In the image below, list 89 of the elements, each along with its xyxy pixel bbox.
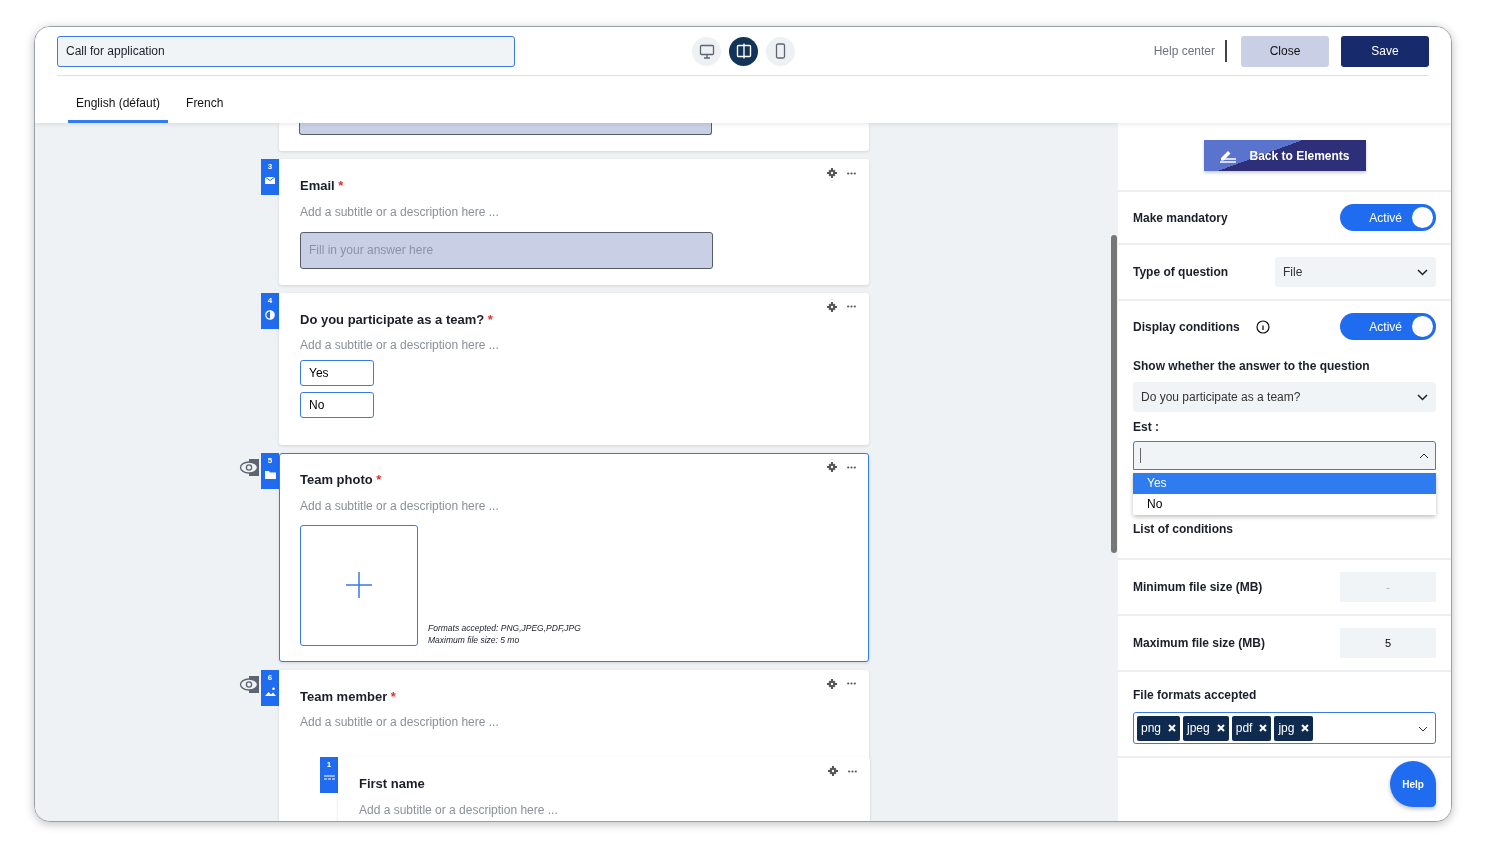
scrollbar[interactable] [1111, 235, 1117, 553]
back-to-elements-button[interactable]: Back to Elements [1203, 140, 1366, 171]
question-number: 1 [326, 759, 332, 771]
chevron-down-icon [1418, 725, 1428, 732]
remove-tag-button[interactable] [1259, 724, 1268, 732]
field-label: Show whether the answer to the question [1133, 358, 1371, 375]
required-mark: * [390, 688, 396, 704]
remove-tag-button[interactable] [1216, 724, 1225, 732]
question-card[interactable]: Team photo * Add a subtitle or a description here ... Formats accepted: PNG,JPEG,PDF,JPG Maximum file size: 5 mo [279, 453, 869, 662]
question-title: First name [359, 776, 425, 791]
close-icon [1301, 724, 1310, 732]
formats-field[interactable]: png jpeg pdf jpg [1133, 712, 1436, 744]
help-center-link[interactable]: Help center [1153, 40, 1227, 62]
close-button[interactable]: Close [1241, 35, 1329, 67]
more-icon[interactable] [847, 171, 856, 175]
contrast-icon [265, 309, 275, 320]
choice-option[interactable]: No [300, 392, 374, 418]
view-mode-button[interactable] [766, 36, 795, 66]
toggle-switch[interactable]: Activé [1340, 313, 1436, 340]
more-icon[interactable] [847, 682, 856, 685]
more-icon[interactable] [847, 465, 856, 469]
field-label: Make mandatory [1133, 209, 1228, 227]
info-icon [1255, 319, 1270, 334]
close-icon [1216, 724, 1225, 732]
save-button[interactable]: Save [1341, 35, 1429, 67]
question-number: 6 [267, 671, 273, 684]
max-size-field[interactable]: 5 [1340, 628, 1436, 658]
field-label: List of conditions [1133, 521, 1234, 538]
answer-field[interactable]: Fill in your answer here [300, 231, 713, 269]
title-field[interactable]: Call for application [57, 35, 515, 67]
field-label: Minimum file size (MB) [1133, 579, 1263, 596]
field-label: Maximum file size (MB) [1133, 635, 1266, 652]
question-number: 3 [267, 161, 273, 173]
settings-icon[interactable] [827, 301, 837, 312]
field-label: File formats accepted [1133, 687, 1258, 704]
question-type-select[interactable]: File [1275, 257, 1436, 287]
help-button[interactable]: Help [1390, 761, 1436, 807]
settings-icon[interactable] [828, 766, 838, 776]
question-title: Do you participate as a team? [300, 311, 485, 327]
toggle-switch[interactable]: Activé [1340, 204, 1436, 231]
split-view-icon [735, 43, 752, 59]
upload-button[interactable] [300, 524, 418, 646]
settings-icon[interactable] [827, 462, 837, 472]
field-label: Display conditions [1133, 318, 1240, 336]
required-mark: * [376, 472, 382, 487]
language-tab[interactable]: French [178, 90, 232, 123]
min-size-field[interactable]: - [1340, 572, 1436, 602]
answer-field[interactable] [299, 123, 712, 135]
view-mode-button[interactable] [729, 36, 758, 66]
close-icon [1168, 724, 1177, 732]
more-icon[interactable] [847, 305, 856, 308]
pencil-icon [1219, 148, 1238, 163]
settings-icon[interactable] [827, 678, 837, 689]
question-title: Team member [300, 688, 388, 704]
formats-note: Formats accepted: PNG,JPEG,PDF,JPG [428, 621, 581, 634]
dropdown-option[interactable]: Yes [1133, 473, 1436, 494]
more-icon[interactable] [848, 769, 857, 773]
required-mark: * [487, 311, 493, 327]
text-lines-icon [323, 774, 335, 781]
size-note: Maximum file size: 5 mo [428, 633, 521, 646]
required-mark: * [338, 178, 344, 193]
chevron-down-icon [1417, 268, 1428, 276]
plus-icon [346, 572, 372, 598]
chevron-down-icon [1417, 393, 1428, 401]
question-number: 4 [267, 294, 273, 307]
phone-icon [775, 43, 786, 59]
choice-option[interactable]: Yes [300, 360, 374, 386]
remove-tag-button[interactable] [1168, 724, 1177, 732]
chevron-up-icon [1419, 452, 1429, 459]
field-label: Type of question [1133, 264, 1229, 281]
question-card[interactable]: Team member * Add a subtitle or a description here ... 1 First name Add a subtitle or a description here ... [279, 669, 869, 821]
folder-icon [264, 470, 276, 480]
close-icon [1259, 724, 1268, 732]
question-number: 5 [267, 455, 273, 467]
remove-tag-button[interactable] [1301, 724, 1310, 732]
question-title: Team photo [300, 472, 373, 487]
monitor-icon [698, 43, 715, 59]
question-card[interactable]: Do you participate as a team? * Add a subtitle or a description here ... Yes No [279, 292, 869, 445]
image-icon [264, 686, 276, 697]
question-select[interactable]: Do you participate as a team? [1133, 382, 1436, 412]
question-title: Email [300, 178, 335, 193]
question-card[interactable]: First name Add a subtitle or a description here ... [338, 757, 870, 821]
dropdown-option[interactable]: No [1133, 494, 1436, 515]
field-label: Est : [1133, 419, 1160, 436]
question-card[interactable]: Email * Add a subtitle or a description here ... Fill in your answer here [279, 159, 869, 285]
view-mode-button[interactable] [692, 36, 721, 66]
settings-icon[interactable] [827, 168, 837, 178]
envelope-icon [265, 176, 275, 185]
answer-combobox[interactable] [1133, 441, 1436, 470]
